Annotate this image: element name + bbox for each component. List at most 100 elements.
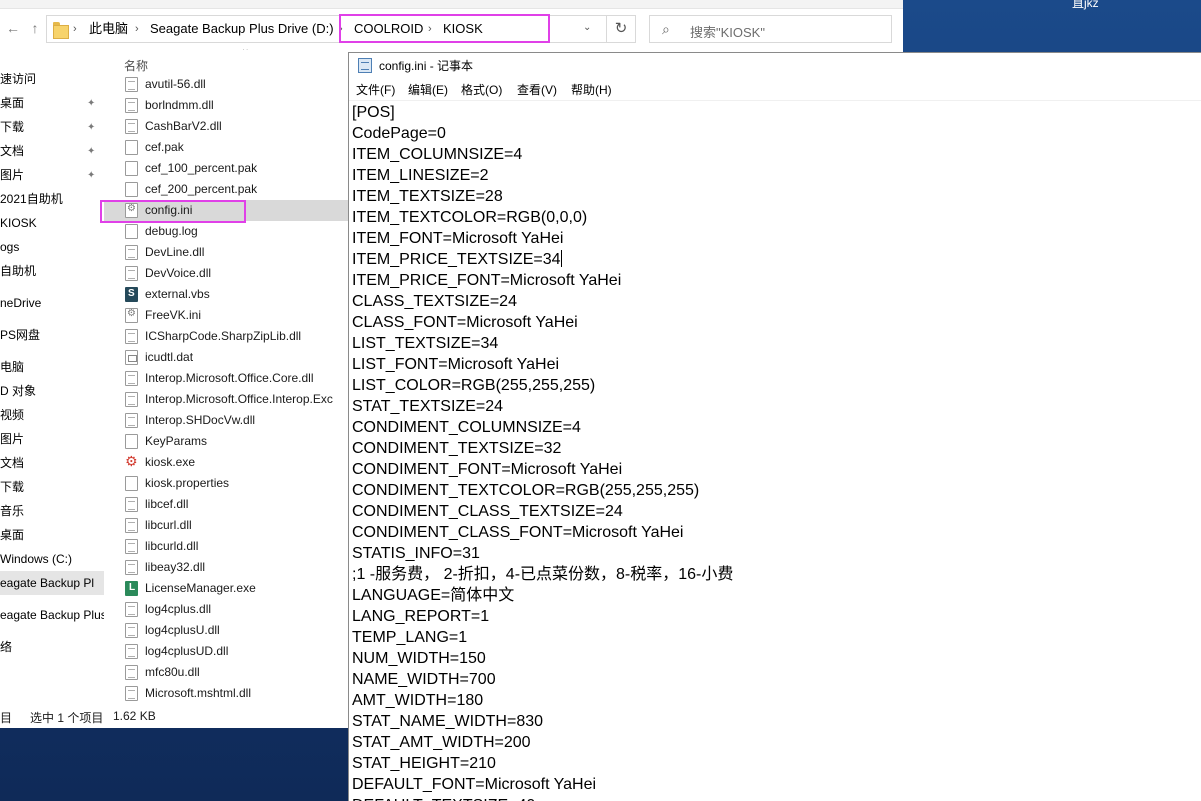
notepad-line: STAT_TEXTSIZE=24	[352, 398, 504, 415]
notepad-line: CLASS_FONT=Microsoft YaHei	[352, 314, 578, 331]
folder-icon	[53, 22, 69, 39]
file-row[interactable]: log4cplusU.dll	[104, 620, 364, 641]
menu-format[interactable]: 格式(O)	[461, 83, 502, 97]
search-input[interactable]: ⌕ 搜索"KIOSK"	[649, 15, 892, 43]
notepad-line: CONDIMENT_TEXTCOLOR=RGB(255,255,255)	[352, 482, 700, 499]
address-row: ← ↑ › 此电脑 › Seagate Backup Plus Drive (D…	[0, 9, 903, 49]
notepad-line: STAT_NAME_WIDTH=830	[352, 713, 544, 730]
column-header-name[interactable]: 名称	[124, 57, 148, 74]
file-row[interactable]: ICSharpCode.SharpZipLib.dll	[104, 326, 364, 347]
file-row[interactable]: Interop.Microsoft.Office.Interop.Exc	[104, 389, 364, 410]
pin-icon: ✦	[87, 146, 96, 157]
file-row[interactable]: avutil-56.dll	[104, 74, 364, 95]
breadcrumb-kiosk[interactable]: KIOSK	[443, 21, 483, 37]
file-name: debug.log	[145, 224, 198, 238]
nav-item-documents[interactable]: 文档	[0, 143, 24, 159]
file-row[interactable]: debug.log	[104, 221, 364, 242]
menu-help[interactable]: 帮助(H)	[571, 83, 612, 97]
file-row[interactable]: FreeVK.ini	[104, 305, 364, 326]
refresh-button[interactable]: ↻	[606, 15, 636, 43]
file-row[interactable]: Microsoft.mshtml.dll	[104, 683, 364, 704]
file-name: config.ini	[145, 203, 193, 217]
nav-item-network[interactable]: 络	[0, 639, 12, 655]
nav-item-desktop[interactable]: 桌面	[0, 95, 24, 111]
notepad-line: LIST_TEXTSIZE=34	[352, 335, 499, 352]
menu-file[interactable]: 文件(F)	[356, 83, 395, 97]
file-row[interactable]: libeay32.dll	[104, 557, 364, 578]
notepad-titlebar[interactable]: config.ini - 记事本	[349, 53, 1201, 79]
file-row[interactable]: libcurl.dll	[104, 515, 364, 536]
nav-item-self-service[interactable]: 自助机	[0, 263, 36, 279]
nav-item-this-pc[interactable]: 电脑	[0, 359, 24, 375]
notepad-text-area[interactable]: [POS] CodePage=0 ITEM_COLUMNSIZE=4 ITEM_LIN…	[349, 101, 1201, 801]
address-bar[interactable]: › 此电脑 › Seagate Backup Plus Drive (D:) ›…	[46, 15, 607, 43]
file-row[interactable]: DevLine.dll	[104, 242, 364, 263]
nav-item-desktop-pc[interactable]: 桌面	[0, 527, 24, 543]
nav-item-windows-c[interactable]: Windows (C:)	[0, 551, 72, 567]
chevron-down-icon[interactable]: ⌄	[583, 22, 597, 33]
nav-item-videos[interactable]: 视频	[0, 407, 24, 423]
file-row[interactable]: borlndmm.dll	[104, 95, 364, 116]
back-arrow-icon[interactable]: ←	[4, 19, 22, 37]
file-row[interactable]: log4cplus.dll	[104, 599, 364, 620]
chevron-right-icon[interactable]: ›	[428, 21, 432, 37]
file-name: cef_100_percent.pak	[145, 161, 258, 175]
nav-item-downloads-pc[interactable]: 下载	[0, 479, 24, 495]
nav-item-onedrive[interactable]: neDrive	[0, 295, 41, 311]
file-row[interactable]: Interop.SHDocVw.dll	[104, 410, 364, 431]
file-row[interactable]: mfc80u.dll	[104, 662, 364, 683]
nav-item-music[interactable]: 音乐	[0, 503, 24, 519]
file-row[interactable]: log4cplusUD.dll	[104, 641, 364, 662]
file-script-icon	[125, 287, 138, 302]
nav-item-logs[interactable]: ogs	[0, 239, 19, 255]
nav-item-seagate-drive[interactable]: eagate Backup Pl	[0, 575, 94, 591]
file-row[interactable]: cef_200_percent.pak	[104, 179, 364, 200]
file-row[interactable]: libcef.dll	[104, 494, 364, 515]
file-row[interactable]: DevVoice.dll	[104, 263, 364, 284]
file-row[interactable]: external.vbs	[104, 284, 364, 305]
menu-view[interactable]: 查看(V)	[517, 83, 557, 97]
file-gear-icon	[125, 203, 138, 218]
nav-item-downloads[interactable]: 下载	[0, 119, 24, 135]
nav-item-pictures[interactable]: 图片	[0, 167, 24, 183]
file-dll-icon	[125, 119, 138, 134]
nav-item-pictures-pc[interactable]: 图片	[0, 431, 24, 447]
file-row[interactable]: Interop.Microsoft.Office.Core.dll	[104, 368, 364, 389]
breadcrumb-this-pc[interactable]: 此电脑	[89, 21, 128, 37]
file-row[interactable]: cef_100_percent.pak	[104, 158, 364, 179]
file-row[interactable]: CashBarV2.dll	[104, 116, 364, 137]
menu-edit[interactable]: 编辑(E)	[408, 83, 448, 97]
file-name: libeay32.dll	[145, 560, 206, 574]
file-name: log4cplusUD.dll	[145, 644, 229, 658]
file-name: ICSharpCode.SharpZipLib.dll	[145, 329, 302, 343]
chevron-right-icon[interactable]: ›	[339, 21, 343, 37]
notepad-line: CONDIMENT_FONT=Microsoft YaHei	[352, 461, 623, 478]
file-row[interactable]: icudtl.dat	[104, 347, 364, 368]
up-arrow-icon[interactable]: ↑	[26, 19, 44, 37]
file-name: Interop.Microsoft.Office.Interop.Exc	[145, 392, 333, 406]
nav-item-wps-cloud[interactable]: PS网盘	[0, 327, 40, 343]
file-row[interactable]: LicenseManager.exe	[104, 578, 364, 599]
notepad-line: TEMP_LANG=1	[352, 629, 468, 646]
nav-item-seagate-drive-2[interactable]: eagate Backup Plus	[0, 607, 104, 623]
file-dll-icon	[125, 518, 138, 533]
breadcrumb-coolroid[interactable]: COOLROID	[354, 21, 423, 37]
file-row[interactable]: libcurld.dll	[104, 536, 364, 557]
file-row[interactable]: kiosk.properties	[104, 473, 364, 494]
breadcrumb-drive[interactable]: Seagate Backup Plus Drive (D:)	[150, 21, 334, 37]
nav-item-quick-access[interactable]: 速访问	[0, 71, 36, 87]
file-dll-icon	[125, 644, 138, 659]
file-row[interactable]: kiosk.exe	[104, 452, 364, 473]
file-row[interactable]: config.ini	[104, 200, 364, 221]
nav-item-2021-kiosk[interactable]: 2021自助机	[0, 191, 63, 207]
chevron-right-icon[interactable]: ›	[73, 21, 77, 37]
file-row[interactable]: KeyParams	[104, 431, 364, 452]
pin-icon: ✦	[87, 170, 96, 181]
nav-item-documents-pc[interactable]: 文档	[0, 455, 24, 471]
notepad-line: ITEM_LINESIZE=2	[352, 167, 489, 184]
chevron-right-icon[interactable]: ›	[135, 21, 139, 37]
nav-item-kiosk[interactable]: KIOSK	[0, 215, 37, 231]
file-row[interactable]: cef.pak	[104, 137, 364, 158]
nav-item-3d-objects[interactable]: D 对象	[0, 383, 36, 399]
notepad-title: config.ini - 记事本	[379, 59, 474, 73]
